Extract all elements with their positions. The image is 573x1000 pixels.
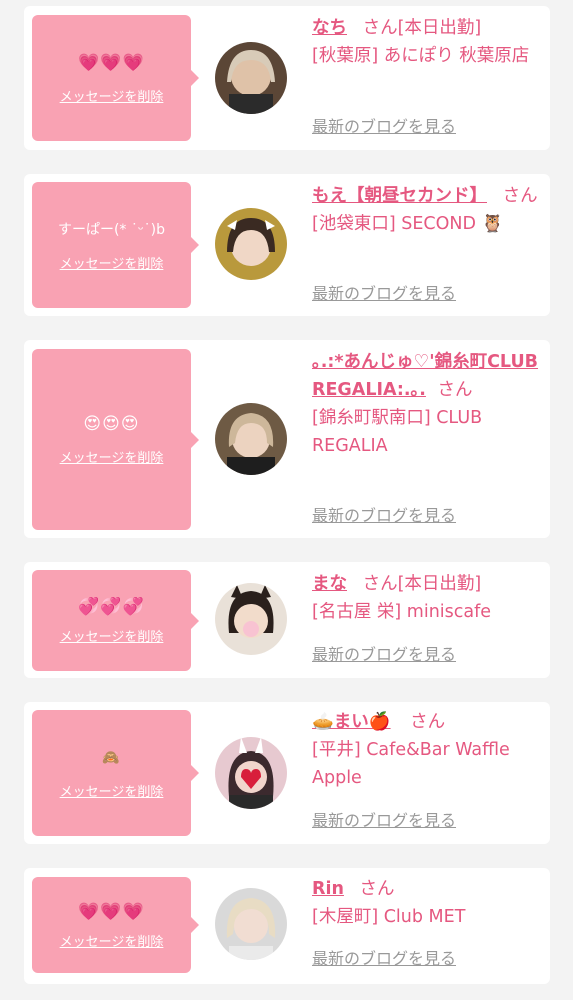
- latest-blog-link[interactable]: 最新のブログを見る: [312, 505, 456, 527]
- message-card: 💗💗💗 メッセージを削除 なち さん[本日出勤] [秋葉原] あにぽり 秋葉原店…: [24, 6, 550, 150]
- message-card: すーぱー(* ˙ᵕ˙)b メッセージを削除 もえ【朝昼セカンド】 さん [池袋東…: [24, 174, 550, 316]
- attendance-badge: [本日出勤]: [397, 18, 482, 38]
- honorific: さん: [410, 712, 446, 732]
- area-shop: [平井] Cafe&Bar Waffle Apple: [312, 740, 510, 788]
- message-text: すーぱー(* ˙ᵕ˙)b: [57, 221, 166, 238]
- message-card: 💗💗💗 メッセージを削除 Rin さん [木屋町] Club MET 最新のブロ…: [24, 868, 550, 984]
- area-shop: [錦糸町駅南口] CLUB REGALIA: [312, 408, 483, 456]
- message-bubble: 💞💞💞 メッセージを削除: [32, 570, 199, 671]
- avatar[interactable]: [215, 583, 287, 655]
- girl-name-link[interactable]: なち: [312, 18, 347, 38]
- message-text: 💞💞💞: [78, 597, 145, 617]
- delete-message-link[interactable]: メッセージを削除: [60, 253, 164, 272]
- message-text: 😍😍😍: [83, 414, 140, 434]
- avatar-photo-icon: [215, 403, 287, 475]
- delete-message-link[interactable]: メッセージを削除: [60, 86, 164, 105]
- delete-message-link[interactable]: メッセージを削除: [60, 447, 164, 466]
- girl-info: なち さん[本日出勤] [秋葉原] あにぽり 秋葉原店: [312, 14, 540, 70]
- girl-name-link[interactable]: Rin: [312, 879, 344, 899]
- girl-info: まな さん[本日出勤] [名古屋 栄] miniscafe: [312, 570, 540, 626]
- honorific: さん: [359, 879, 395, 899]
- honorific: さん: [362, 18, 398, 38]
- area-shop: [池袋東口] SECOND 🦉: [312, 214, 504, 234]
- avatar[interactable]: [215, 42, 287, 114]
- message-card: 😍😍😍 メッセージを削除 ｡.:*あんじゅ♡'錦糸町CLUB REGALIA:.…: [24, 340, 550, 538]
- latest-blog-link[interactable]: 最新のブログを見る: [312, 283, 456, 305]
- avatar-photo-icon: [215, 208, 287, 280]
- message-card: 🙈 メッセージを削除 🥧まい🍎 さん [平井] Cafe&Bar Waffle …: [24, 702, 550, 844]
- honorific: さん: [502, 186, 538, 206]
- message-bubble: 😍😍😍 メッセージを削除: [32, 349, 199, 530]
- girl-name-link[interactable]: もえ【朝昼セカンド】: [312, 186, 487, 206]
- message-text: 💗💗💗: [78, 52, 145, 73]
- area-shop: [秋葉原] あにぽり 秋葉原店: [312, 46, 530, 66]
- avatar[interactable]: [215, 888, 287, 960]
- message-bubble: すーぱー(* ˙ᵕ˙)b メッセージを削除: [32, 182, 199, 308]
- girl-name-link[interactable]: ｡.:*あんじゅ♡'錦糸町CLUB REGALIA:.｡.: [312, 352, 538, 400]
- avatar[interactable]: [215, 403, 287, 475]
- honorific: さん: [437, 380, 473, 400]
- message-bubble: 💗💗💗 メッセージを削除: [32, 15, 199, 141]
- latest-blog-link[interactable]: 最新のブログを見る: [312, 644, 456, 666]
- latest-blog-link[interactable]: 最新のブログを見る: [312, 116, 456, 138]
- honorific: さん: [362, 574, 398, 594]
- avatar-photo-icon: [215, 583, 287, 655]
- latest-blog-link[interactable]: 最新のブログを見る: [312, 948, 456, 970]
- latest-blog-link[interactable]: 最新のブログを見る: [312, 810, 456, 832]
- message-card: 💞💞💞 メッセージを削除 まな さん[本日出勤] [名古屋 栄] minisca…: [24, 562, 550, 678]
- message-text: 🙈: [102, 749, 121, 766]
- girl-name-link[interactable]: まな: [312, 574, 347, 594]
- avatar-photo-icon: [215, 42, 287, 114]
- girl-info: ｡.:*あんじゅ♡'錦糸町CLUB REGALIA:.｡. さん [錦糸町駅南口…: [312, 348, 540, 460]
- girl-info: もえ【朝昼セカンド】 さん [池袋東口] SECOND 🦉: [312, 182, 540, 238]
- area-shop: [名古屋 栄] miniscafe: [312, 602, 492, 622]
- avatar[interactable]: [215, 737, 287, 809]
- girl-info: 🥧まい🍎 さん [平井] Cafe&Bar Waffle Apple: [312, 708, 540, 792]
- delete-message-link[interactable]: メッセージを削除: [60, 626, 164, 645]
- avatar[interactable]: [215, 208, 287, 280]
- avatar-photo-icon: [215, 737, 287, 809]
- delete-message-link[interactable]: メッセージを削除: [60, 931, 164, 950]
- area-shop: [木屋町] Club MET: [312, 907, 466, 927]
- message-bubble: 🙈 メッセージを削除: [32, 710, 199, 836]
- girl-info: Rin さん [木屋町] Club MET: [312, 875, 540, 931]
- attendance-badge: [本日出勤]: [397, 574, 482, 594]
- delete-message-link[interactable]: メッセージを削除: [60, 781, 164, 800]
- message-text: 💗💗💗: [78, 901, 145, 922]
- message-bubble: 💗💗💗 メッセージを削除: [32, 877, 199, 973]
- avatar-photo-icon: [215, 888, 287, 960]
- girl-name-link[interactable]: 🥧まい🍎: [312, 712, 391, 732]
